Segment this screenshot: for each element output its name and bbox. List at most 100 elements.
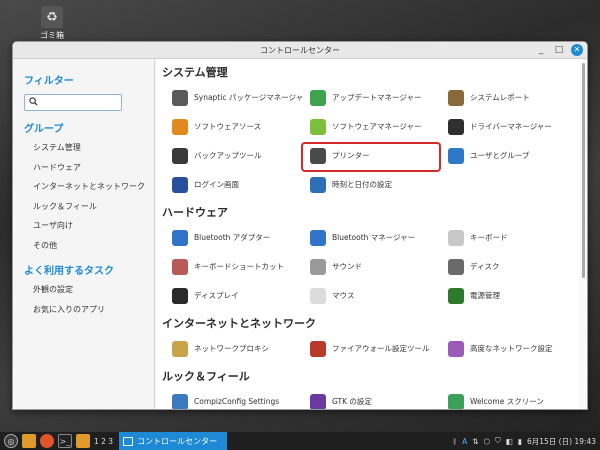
sidebar-group-item[interactable]: ハードウェア <box>13 158 154 178</box>
applet-item[interactable]: 時刻と日付の設定 <box>310 170 448 199</box>
tasks-heading: よく利用するタスク <box>24 266 114 277</box>
gtk-icon <box>310 393 326 409</box>
welcome-icon <box>448 393 464 409</box>
applet-item[interactable]: Bluetooth アダプター <box>172 223 310 252</box>
system-tray: ᛒ A ⇅ ⬡ ⛉ ◧ ▮ 6月15日 (日) 19:43 <box>453 436 600 447</box>
login-screen-icon <box>172 176 188 193</box>
keyboard-shortcut-icon <box>172 258 188 275</box>
applet-label: ソフトウェアソース <box>194 122 262 131</box>
applet-item[interactable]: Synaptic パッケージマネージャ <box>172 83 310 112</box>
applet-label: バックアップツール <box>194 151 262 160</box>
volume-tray-icon[interactable]: ◧ <box>506 437 513 446</box>
sidebar-group-item[interactable]: システム管理 <box>13 138 154 158</box>
applet-item[interactable]: 電源管理 <box>448 281 579 310</box>
applet-item[interactable]: マウス <box>310 281 448 310</box>
files-icon[interactable] <box>22 434 36 448</box>
menu-icon[interactable]: ◎ <box>4 434 18 448</box>
sidebar-group-item[interactable]: ルック＆フィール <box>13 197 154 217</box>
category-grid: ネットワークプロキシ ファイアウォール設定ツール 高度なネットワーク設定 <box>160 334 579 363</box>
close-button[interactable]: ✕ <box>571 44 583 56</box>
applet-item[interactable]: システムレポート <box>448 83 579 112</box>
applet-item[interactable]: キーボードショートカット <box>172 252 310 281</box>
applet-item[interactable]: プリンター <box>301 141 448 172</box>
update-tray-icon[interactable]: ⇅ <box>472 437 478 446</box>
applet-item[interactable]: キーボード <box>448 223 579 252</box>
applet-item[interactable]: アップデートマネージャー <box>310 83 448 112</box>
sidebar-group-item[interactable]: インターネットとネットワーク <box>13 177 154 197</box>
minimize-button[interactable]: _ <box>535 44 547 56</box>
applet-item[interactable]: サウンド <box>310 252 448 281</box>
applet-label: キーボード <box>470 233 508 242</box>
network-advanced-icon <box>448 340 464 357</box>
taskbar-task-label: コントロールセンター <box>137 436 218 446</box>
applet-item[interactable]: ドライバーマネージャー <box>448 112 579 141</box>
folder-icon[interactable] <box>76 434 90 448</box>
applet-item[interactable]: Bluetooth マネージャー <box>310 223 448 252</box>
synaptic-icon <box>172 89 188 106</box>
display-icon <box>172 287 188 304</box>
applet-label: ソフトウェアマネージャー <box>332 122 422 131</box>
software-manager-icon <box>310 118 326 135</box>
scrollbar-thumb[interactable] <box>582 63 585 278</box>
mouse-icon <box>310 287 326 304</box>
window-titlebar[interactable]: コントロールセンター _ □ ✕ <box>13 42 587 59</box>
applet-label: ユーザとグループ <box>470 151 530 160</box>
applet-item[interactable]: CompizConfig Settings <box>172 387 310 409</box>
applet-label: ネットワークプロキシ <box>194 344 269 353</box>
applet-label: GTK の設定 <box>332 397 372 406</box>
applet-item[interactable]: ログイン画面 <box>172 170 310 199</box>
clock[interactable]: 6月15日 (日) 19:43 <box>527 436 596 447</box>
category-title: ルック＆フィール <box>162 370 250 383</box>
applet-item[interactable]: ファイアウォール設定ツール <box>310 334 448 363</box>
network-proxy-icon <box>172 340 188 357</box>
category-grid: Synaptic パッケージマネージャ アップデートマネージャー システムレポートソ… <box>160 83 579 199</box>
category-grid: Bluetooth アダプター Bluetooth マネージャー キーボードキーボー… <box>160 223 579 310</box>
software-sources-icon <box>172 118 188 135</box>
desktop-trash-icon[interactable]: ♻ ゴミ箱 <box>34 6 70 41</box>
sidebar-group-item[interactable]: その他 <box>13 236 154 256</box>
applet-item[interactable]: ソフトウェアマネージャー <box>310 112 448 141</box>
keyboard-indicator[interactable]: A <box>462 437 467 446</box>
sidebar-task-item[interactable]: お気に入りのアプリ <box>13 300 154 320</box>
shield-tray-icon[interactable]: ⛉ <box>495 436 501 446</box>
sidebar: フィルター グループ システム管理 ハードウェア インターネットとネットワーク ルック… <box>13 59 155 409</box>
sidebar-task-item[interactable]: 外観の設定 <box>13 280 154 300</box>
applet-item[interactable]: バックアップツール <box>172 141 310 170</box>
applet-item[interactable]: ディスプレイ <box>172 281 310 310</box>
applet-label: Welcome スクリーン <box>470 397 544 406</box>
applet-item[interactable]: ソフトウェアソース <box>172 112 310 141</box>
applet-item[interactable]: GTK の設定 <box>310 387 448 409</box>
sidebar-group-item[interactable]: ユーザ向け <box>13 216 154 236</box>
applet-label: システムレポート <box>470 93 530 102</box>
scrollbar[interactable] <box>579 59 587 409</box>
applet-label: 高度なネットワーク設定 <box>470 344 553 353</box>
applet-item[interactable]: ユーザとグループ <box>448 141 579 170</box>
group-heading: グループ <box>24 124 64 135</box>
firefox-icon[interactable] <box>40 434 54 448</box>
applet-label: 時刻と日付の設定 <box>332 180 392 189</box>
battery-tray-icon[interactable]: ▮ <box>518 437 522 446</box>
applet-item[interactable]: 高度なネットワーク設定 <box>448 334 579 363</box>
applet-item[interactable]: Welcome スクリーン <box>448 387 579 409</box>
terminal-icon[interactable]: >_ <box>58 434 72 448</box>
firewall-icon <box>310 340 326 357</box>
bluetooth-tray-icon[interactable]: ᛒ <box>453 437 458 446</box>
search-box[interactable] <box>24 94 122 115</box>
workspace-switcher[interactable]: 1 2 3 <box>94 437 113 446</box>
network-tray-icon[interactable]: ⬡ <box>484 437 491 446</box>
category-title: ハードウェア <box>162 206 228 219</box>
search-input[interactable] <box>41 100 121 115</box>
applet-label: ドライバーマネージャー <box>470 122 552 131</box>
applet-label: ディスク <box>470 262 500 271</box>
applet-label: Bluetooth マネージャー <box>332 233 416 242</box>
maximize-button[interactable]: □ <box>553 44 565 56</box>
backup-icon <box>172 147 188 164</box>
battery-icon <box>448 287 464 304</box>
applet-item[interactable]: ディスク <box>448 252 579 281</box>
category-title: システム管理 <box>162 66 228 79</box>
control-center-window: コントロールセンター _ □ ✕ フィルター グループ システム管理 ハードウェア… <box>12 41 588 410</box>
taskbar: ◎ >_ 1 2 3 コントロールセンター ᛒ A ⇅ ⬡ ⛉ ◧ ▮ 6月15… <box>0 432 600 450</box>
taskbar-active-task[interactable]: コントロールセンター <box>119 432 228 450</box>
applet-item[interactable]: ネットワークプロキシ <box>172 334 310 363</box>
trash-icon: ♻ <box>41 6 63 28</box>
